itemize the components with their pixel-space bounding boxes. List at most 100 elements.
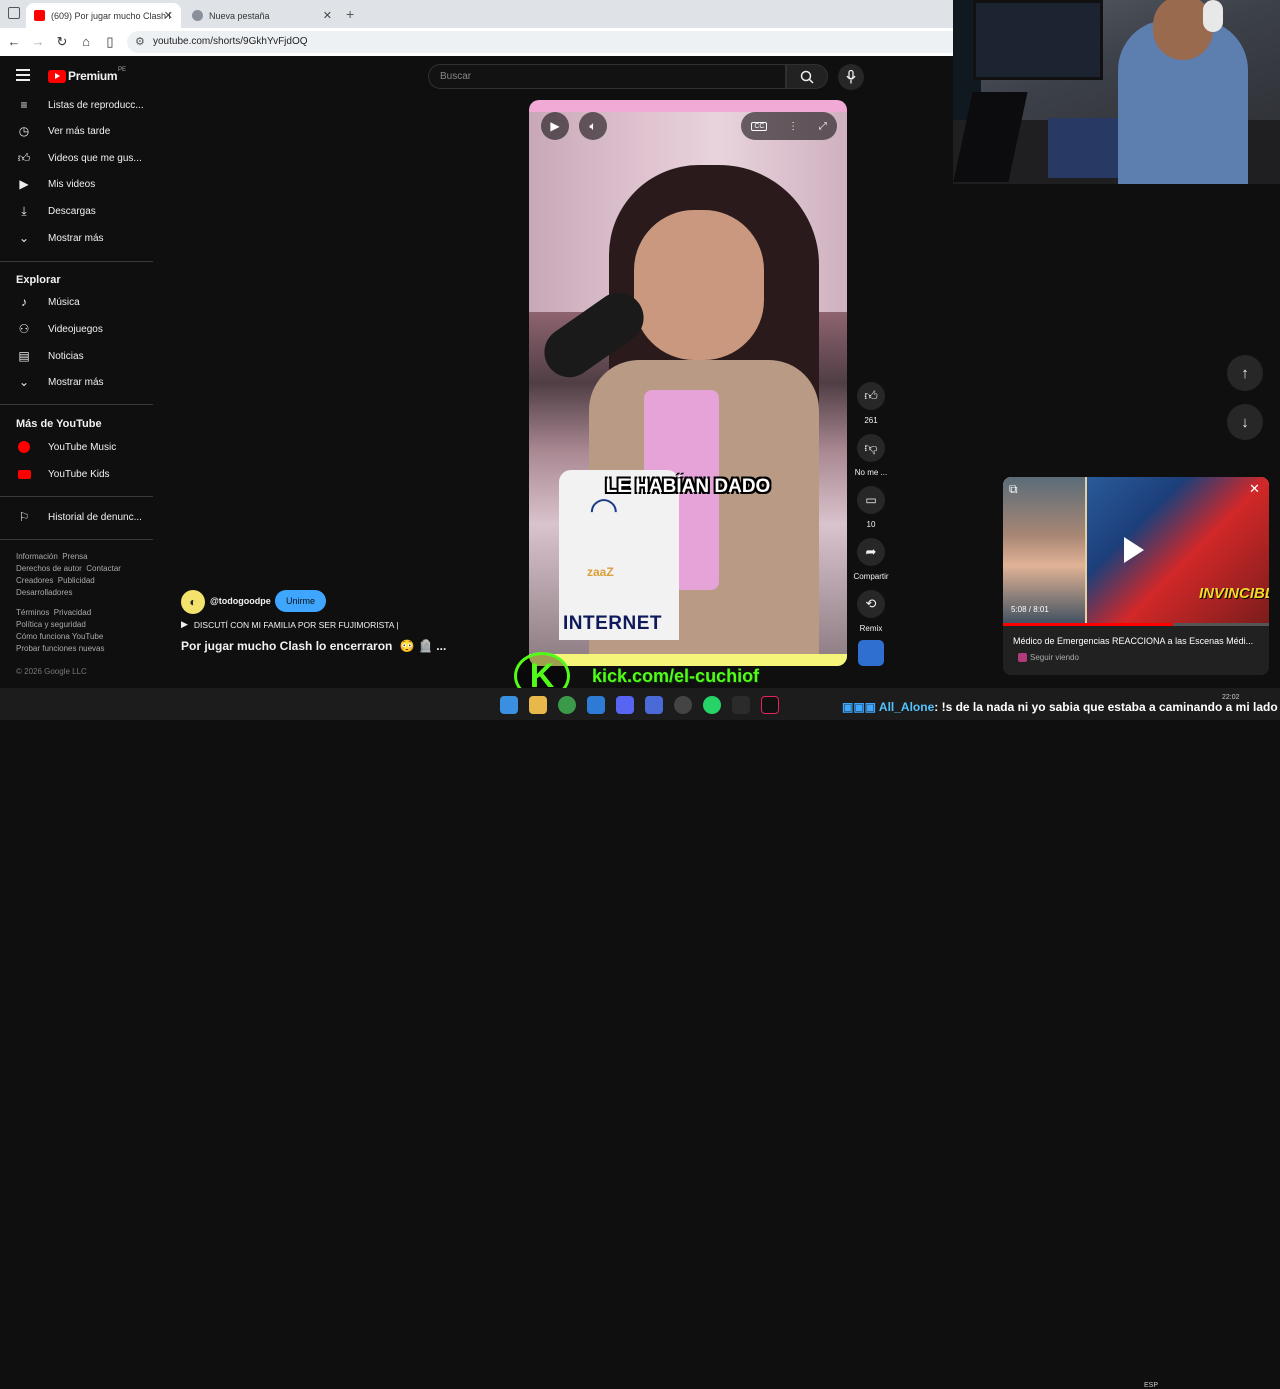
more-options-icon[interactable]: ⋮ — [788, 121, 798, 132]
whatsapp-icon[interactable] — [703, 696, 721, 714]
voice-search-button[interactable] — [838, 64, 864, 90]
tiktok-icon[interactable] — [761, 696, 779, 714]
share-button[interactable]: ➦ — [857, 538, 885, 566]
volume-button[interactable]: 🔈︎ — [579, 112, 607, 140]
mini-player-progress[interactable] — [1003, 623, 1269, 626]
comment-count: 10 — [866, 520, 876, 529]
comments-button[interactable]: ▭ — [857, 486, 885, 514]
tab-youtube[interactable]: (609) Por jugar mucho Clash lo ✕ — [26, 3, 181, 28]
keyboard-language[interactable]: ESP — [1144, 1382, 1158, 1389]
remix-button[interactable]: ⟲ — [857, 590, 885, 618]
tab-new-tab[interactable]: Nueva pestaña ✕ — [184, 3, 340, 28]
channel-avatar[interactable]: ◐ — [181, 590, 205, 614]
short-title-text: Por jugar mucho Clash lo encerraron — [181, 639, 393, 653]
tab-search-icon[interactable] — [8, 7, 20, 19]
sidebar-item-show-more[interactable]: ⌄ Mostrar más — [0, 225, 155, 251]
youtube-logo[interactable]: Premium PE — [48, 67, 126, 83]
sidebar-item-show-more[interactable]: ⌄ Mostrar más — [0, 369, 155, 395]
sidebar-item-my-videos[interactable]: ▶ Mis videos — [0, 171, 155, 197]
fullscreen-icon[interactable]: ⤢ — [819, 121, 827, 132]
sidebar-item-label: Historial de denunc... — [48, 511, 142, 523]
next-short-button[interactable]: ↓ — [1227, 404, 1263, 440]
short-title: Por jugar mucho Clash lo encerraron 😳 🪦 … — [181, 639, 446, 653]
sidebar-item-gaming[interactable]: ⚇ Videojuegos — [0, 316, 155, 342]
thumbs-up-icon: 👍︎ — [17, 150, 31, 165]
logo-region: PE — [118, 67, 127, 73]
new-tab-button[interactable]: + — [346, 6, 354, 22]
search-input[interactable]: Buscar — [428, 64, 786, 89]
mini-player[interactable]: INVINCIBLE ⧉ ✕ 5:08 / 8:01 Médico de Eme… — [1003, 477, 1269, 675]
mini-player-title[interactable]: Médico de Emergencias REACCIONA a las Es… — [1013, 636, 1263, 646]
expand-icon[interactable]: ⧉ — [1009, 482, 1018, 497]
arrow-up-icon: ↑ — [1241, 364, 1249, 382]
footer-links-primary[interactable]: Información Prensa Derechos de autor Con… — [16, 551, 121, 599]
vscode-icon[interactable] — [587, 696, 605, 714]
sidebar-item-playlists[interactable]: ≡ Listas de reproducc... — [0, 92, 155, 118]
comment-icon: ▭ — [865, 493, 877, 507]
channel-badge-icon — [1018, 653, 1027, 662]
channel-name[interactable]: @todogoodpe — [210, 596, 271, 606]
dislike-button[interactable]: 👎︎ — [857, 434, 885, 462]
sidebar-item-report-history[interactable]: ⚐ Historial de denunc... — [0, 504, 155, 530]
home-icon[interactable]: ⌂ — [78, 34, 94, 49]
app-icon[interactable] — [645, 696, 663, 714]
share-icon: ➦ — [865, 544, 877, 559]
mini-player-progress-fill — [1003, 623, 1174, 626]
search-button[interactable] — [786, 64, 828, 89]
close-icon[interactable]: ✕ — [1249, 481, 1260, 497]
short-video-player[interactable]: ◠ zaaZ INTERNET LE HABÍAN DADO — [529, 100, 847, 666]
closed-captions-icon[interactable]: CC — [751, 121, 768, 131]
site-info-icon[interactable]: ⚙ — [135, 35, 145, 48]
gamepad-icon: ⚇ — [18, 322, 30, 336]
play-icon: ▶ — [550, 119, 560, 133]
sidebar-item-youtube-kids[interactable]: YouTube Kids — [0, 461, 155, 487]
mini-player-play-icon[interactable] — [1124, 537, 1144, 563]
discord-icon[interactable] — [616, 696, 634, 714]
obs-icon[interactable] — [674, 696, 692, 714]
tab-title: (609) Por jugar mucho Clash lo — [51, 10, 171, 21]
play-button[interactable]: ▶ — [541, 112, 569, 140]
sidebar-item-music[interactable]: ♪ Música — [0, 289, 155, 315]
file-explorer-icon[interactable] — [529, 696, 547, 714]
youtube-play-icon — [48, 69, 66, 83]
like-button[interactable]: 👍︎ — [857, 382, 885, 410]
chrome-icon[interactable] — [558, 696, 576, 714]
sidebar-item-label: Noticias — [48, 350, 84, 362]
close-tab-icon[interactable]: ✕ — [323, 9, 332, 22]
sidebar-item-label: Listas de reproducc... — [48, 99, 144, 111]
join-button[interactable]: Unirme — [275, 590, 326, 612]
reload-icon[interactable]: ↻ — [54, 34, 70, 50]
sidebar-item-youtube-music[interactable]: YouTube Music — [0, 434, 155, 460]
sidebar-item-liked-videos[interactable]: 👍︎ Videos que me gus... — [0, 145, 155, 171]
sidebar-item-label: Música — [48, 296, 80, 308]
sidebar-divider — [0, 261, 153, 262]
sound-thumbnail[interactable] — [858, 640, 884, 666]
chevron-down-icon: ⌄ — [18, 375, 30, 389]
footer-links-secondary[interactable]: Términos Privacidad Política y seguridad… — [16, 607, 105, 655]
sidebar-item-news[interactable]: ▤ Noticias — [0, 343, 155, 369]
sidebar-item-watch-later[interactable]: ◷ Ver más tarde — [0, 118, 155, 144]
previous-short-button[interactable]: ↑ — [1227, 355, 1263, 391]
webcam-overlay — [953, 0, 1280, 184]
download-icon: ⤓ — [21, 203, 27, 218]
menu-icon[interactable] — [16, 69, 30, 81]
sidebar-item-label: Videojuegos — [48, 323, 103, 335]
playlist-icon: ≡ — [20, 98, 28, 112]
forward-icon[interactable]: → — [30, 34, 46, 49]
webcam-mousepad — [1048, 118, 1118, 178]
back-icon[interactable]: ← — [6, 34, 22, 49]
address-bar[interactable]: ⚙ youtube.com/shorts/9GkhYvFjdOQ — [127, 31, 953, 53]
sidebar-item-downloads[interactable]: ⤓ Descargas — [0, 198, 155, 224]
video-controls-right: CC ⋮ ⤢ — [741, 112, 837, 140]
music-info[interactable]: ▶ DISCUTÍ CON MI FAMILIA POR SER FUJIMOR… — [181, 619, 399, 630]
close-tab-icon[interactable]: ✕ — [164, 9, 173, 22]
app-icon[interactable] — [732, 696, 750, 714]
side-panel-icon[interactable]: ▯ — [102, 34, 118, 50]
sidebar-item-label: YouTube Music — [48, 441, 117, 453]
thumbs-up-icon: 👍︎ — [864, 388, 878, 403]
windows-start-icon[interactable] — [500, 696, 518, 714]
logo-text: Premium — [68, 69, 118, 83]
kick-url: kick.com/el-cuchiof — [592, 665, 760, 686]
browser-toolbar: ← → ↻ ⌂ ▯ ⚙ youtube.com/shorts/9GkhYvFjd… — [0, 28, 953, 56]
more-from-youtube-heading: Más de YouTube — [16, 418, 102, 430]
